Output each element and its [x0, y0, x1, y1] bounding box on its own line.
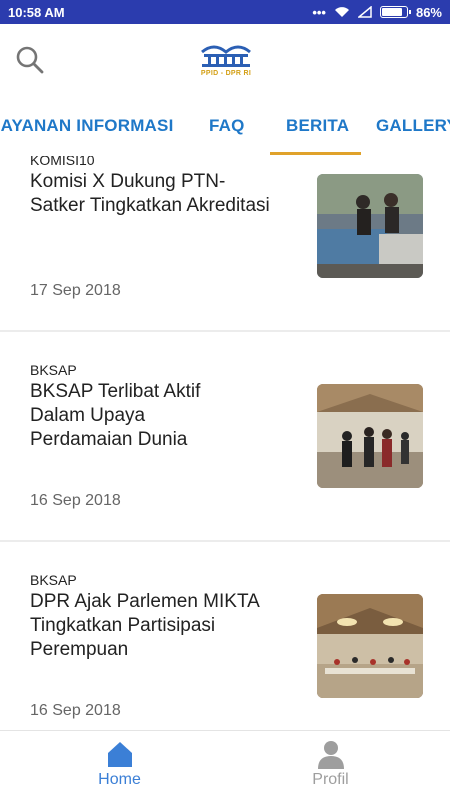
nav-home[interactable]: Home [7, 731, 232, 800]
news-title[interactable]: BKSAP Terlibat Aktif Dalam Upaya Perdama… [30, 380, 220, 452]
tab-faq[interactable]: FAQ [209, 98, 245, 156]
battery-fill [381, 8, 402, 16]
news-thumbnail[interactable] [317, 174, 423, 278]
news-card[interactable]: BKSAP DPR Ajak Parlemen MIKTA Tingkatkan… [0, 572, 450, 730]
tab-indicator [270, 152, 361, 155]
parliament-building-icon [201, 45, 251, 67]
news-photo [317, 594, 423, 698]
app-bar: PPID - DPR RI [0, 24, 450, 98]
news-photo [317, 384, 423, 488]
news-title[interactable]: Komisi X Dukung PTN-Satker Tingkatkan Ak… [30, 170, 280, 218]
news-category: BKSAP [30, 572, 77, 588]
news-thumbnail[interactable] [317, 594, 423, 698]
dots-icon: ••• [312, 4, 326, 20]
news-photo [317, 174, 423, 278]
bottom-navigation: Home Profil [0, 730, 450, 800]
divider [0, 540, 450, 542]
status-bar: 10:58 AM ••• 86% [0, 0, 450, 24]
tab-layanan-informasi[interactable]: LAYANAN INFORMASI [0, 98, 174, 156]
news-category: BKSAP [30, 362, 77, 378]
search-icon [16, 46, 44, 74]
battery-percent: 86% [415, 4, 442, 20]
status-time: 10:58 AM [8, 4, 65, 20]
logo-text: PPID - DPR RI [200, 70, 252, 77]
signal-icon [357, 6, 372, 18]
search-button[interactable] [14, 44, 46, 76]
divider [0, 330, 450, 332]
battery-icon [379, 6, 411, 18]
news-card[interactable]: KOMISI10 Komisi X Dukung PTN-Satker Ting… [0, 156, 450, 366]
app-logo: PPID - DPR RI [195, 42, 257, 82]
nav-profil[interactable]: Profil [218, 731, 443, 800]
tab-berita[interactable]: BERITA [286, 98, 349, 156]
tab-bar: LAYANAN INFORMASI FAQ BERITA GALLERY [0, 98, 450, 156]
news-card[interactable]: BKSAP BKSAP Terlibat Aktif Dalam Upaya P… [0, 362, 450, 576]
home-icon [107, 742, 132, 767]
status-icons: ••• 86% [312, 5, 442, 20]
wifi-icon [334, 7, 349, 17]
person-icon [317, 741, 344, 769]
news-date: 16 Sep 2018 [30, 702, 121, 719]
tab-gallery[interactable]: GALLERY [376, 98, 450, 156]
nav-profil-label: Profil [312, 771, 349, 788]
news-date: 17 Sep 2018 [30, 282, 121, 299]
news-list[interactable]: KOMISI10 Komisi X Dukung PTN-Satker Ting… [0, 156, 450, 730]
news-thumbnail[interactable] [317, 384, 423, 488]
news-title[interactable]: DPR Ajak Parlemen MIKTA Tingkatkan Parti… [30, 590, 260, 662]
news-date: 16 Sep 2018 [30, 492, 121, 509]
news-category: KOMISI10 [30, 156, 95, 168]
nav-home-label: Home [98, 771, 141, 788]
